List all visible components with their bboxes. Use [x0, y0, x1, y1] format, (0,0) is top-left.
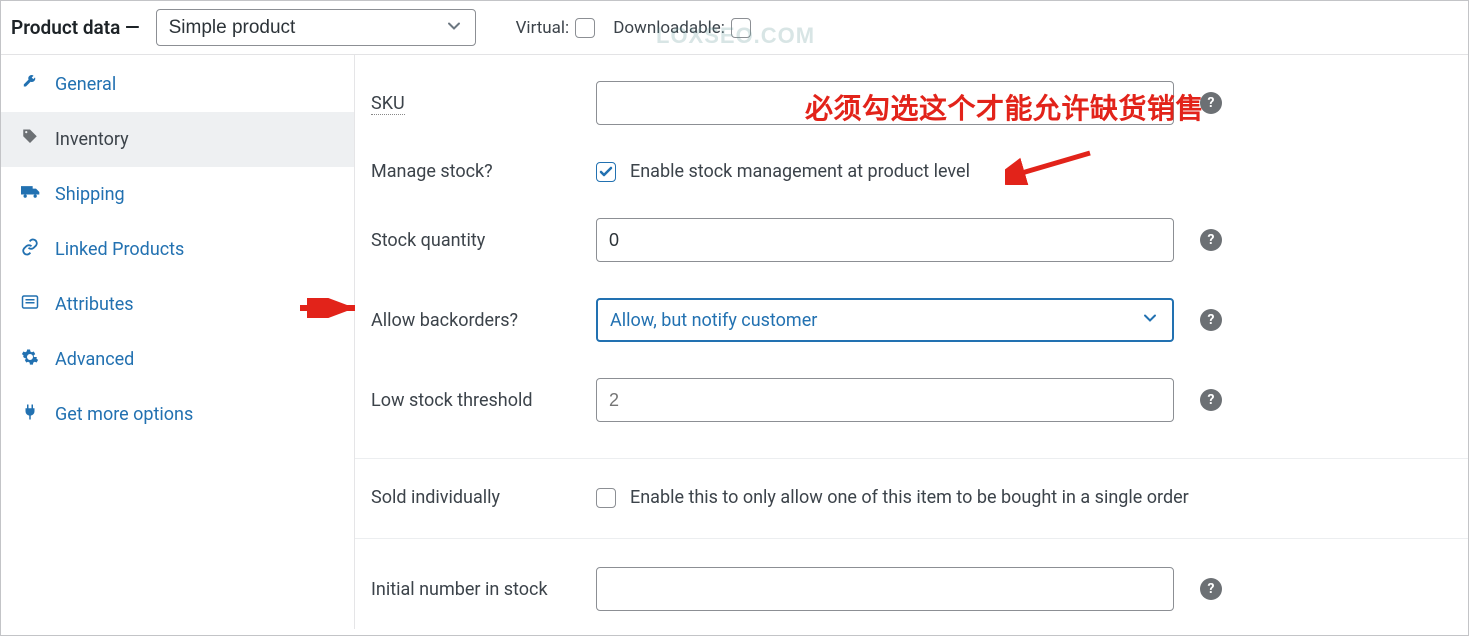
initial-number-in-stock-label: Initial number in stock — [371, 579, 596, 600]
wrench-icon — [21, 73, 43, 96]
downloadable-checkbox[interactable] — [731, 18, 751, 38]
sku-label: SKU — [371, 93, 596, 114]
manage-stock-checkbox-label: Enable stock management at product level — [630, 161, 970, 182]
chevron-down-icon — [1142, 310, 1158, 331]
allow-backorders-label: Allow backorders? — [371, 310, 596, 331]
tab-label: Attributes — [55, 294, 134, 315]
downloadable-option[interactable]: Downloadable: — [613, 18, 751, 38]
help-icon[interactable]: ? — [1200, 229, 1222, 251]
downloadable-label: Downloadable: — [613, 18, 725, 38]
allow-backorders-select[interactable]: Allow, but notify customer — [596, 298, 1174, 342]
tab-inventory[interactable]: Inventory — [1, 112, 354, 167]
tab-label: Shipping — [55, 184, 125, 205]
panel-header: Product data — Simple product Virtual: D… — [1, 1, 1468, 55]
sku-input[interactable] — [596, 81, 1174, 125]
tab-get-more-options[interactable]: Get more options — [1, 387, 354, 442]
stock-quantity-input[interactable] — [596, 218, 1174, 262]
virtual-label: Virtual: — [516, 18, 570, 38]
help-icon[interactable]: ? — [1200, 578, 1222, 600]
sold-individually-checkbox[interactable] — [596, 488, 616, 508]
initial-number-in-stock-input[interactable] — [596, 567, 1174, 611]
virtual-checkbox[interactable] — [575, 18, 595, 38]
row-sku: SKU ? — [355, 63, 1468, 143]
product-type-select[interactable]: Simple product — [156, 9, 476, 46]
truck-icon — [21, 183, 43, 206]
tab-attributes[interactable]: Attributes — [1, 277, 354, 332]
row-sold-individually: Sold individually Enable this to only al… — [355, 463, 1468, 539]
tab-advanced[interactable]: Advanced — [1, 332, 354, 387]
tab-shipping[interactable]: Shipping — [1, 167, 354, 222]
link-icon — [21, 238, 43, 261]
tab-general[interactable]: General — [1, 57, 354, 112]
stock-quantity-label: Stock quantity — [371, 230, 596, 251]
help-icon[interactable]: ? — [1200, 309, 1222, 331]
product-type-options: Virtual: Downloadable: — [516, 18, 751, 38]
low-stock-threshold-input[interactable] — [596, 378, 1174, 422]
row-manage-stock: Manage stock? Enable stock management at… — [355, 143, 1468, 200]
tag-icon — [21, 128, 43, 151]
tab-label: Advanced — [55, 349, 134, 370]
row-low-stock-threshold: Low stock threshold ? — [355, 360, 1468, 459]
tab-label: General — [55, 74, 116, 95]
sold-individually-checkbox-label: Enable this to only allow one of this it… — [630, 487, 1189, 508]
product-data-tabs: General Inventory Shipping Linked Produc… — [1, 55, 355, 629]
panel-title: Product data — — [11, 16, 144, 39]
row-initial-number-in-stock: Initial number in stock ? — [355, 543, 1468, 629]
tab-label: Get more options — [55, 404, 193, 425]
help-icon[interactable]: ? — [1200, 389, 1222, 411]
panel-body: General Inventory Shipping Linked Produc… — [1, 55, 1468, 629]
row-stock-quantity: Stock quantity ? — [355, 200, 1468, 280]
tab-linked-products[interactable]: Linked Products — [1, 222, 354, 277]
plug-icon — [21, 403, 43, 426]
help-icon[interactable]: ? — [1200, 92, 1222, 114]
product-data-panel: Product data — Simple product Virtual: D… — [0, 0, 1469, 636]
sold-individually-label: Sold individually — [371, 487, 596, 508]
allow-backorders-value: Allow, but notify customer — [610, 310, 817, 331]
product-type-select-wrap: Simple product — [156, 9, 476, 46]
inventory-form: SKU ? Manage stock? Enable stock managem… — [355, 55, 1468, 629]
row-allow-backorders: Allow backorders? Allow, but notify cust… — [355, 280, 1468, 360]
gear-icon — [21, 348, 43, 371]
manage-stock-checkbox[interactable] — [596, 162, 616, 182]
manage-stock-label: Manage stock? — [371, 161, 596, 182]
virtual-option[interactable]: Virtual: — [516, 18, 596, 38]
list-icon — [21, 293, 43, 316]
low-stock-threshold-label: Low stock threshold — [371, 390, 596, 411]
tab-label: Linked Products — [55, 239, 184, 260]
tab-label: Inventory — [55, 129, 129, 150]
